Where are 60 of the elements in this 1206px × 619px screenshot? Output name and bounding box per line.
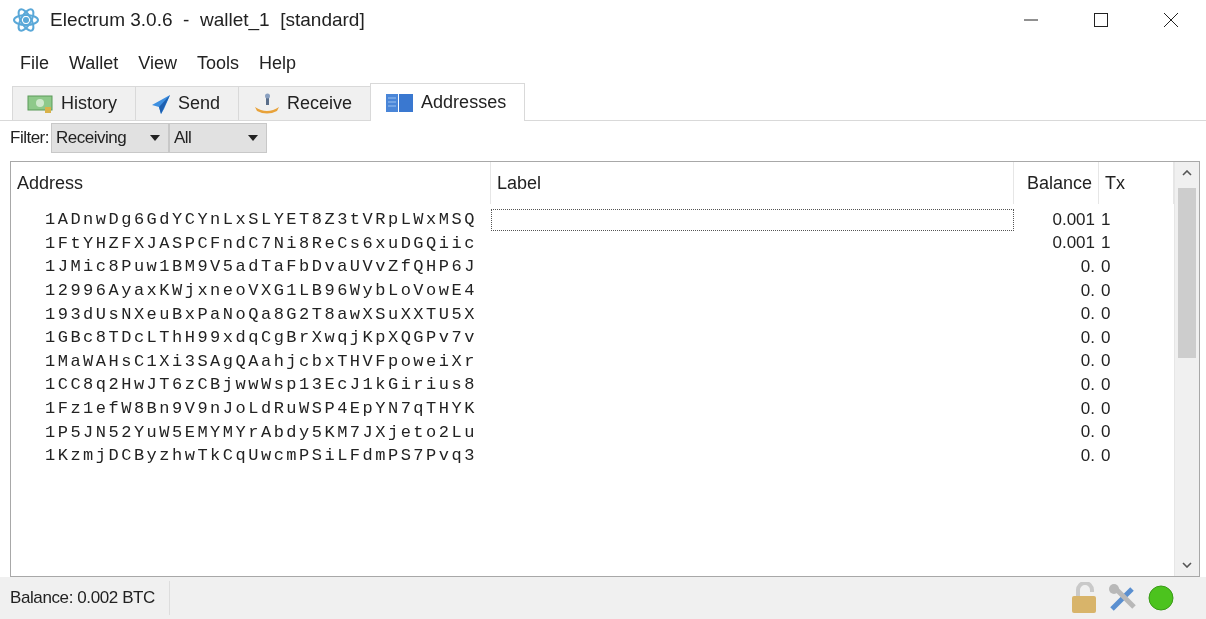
balance-cell-text: 0.	[1079, 444, 1096, 467]
address-cell[interactable]: 12996AyaxKWjxneoVXG1LB96WybLoVowE4	[11, 278, 491, 303]
menu-item[interactable]: Tools	[187, 50, 250, 76]
hand-coin-icon	[253, 92, 282, 115]
menu-item[interactable]: Wallet	[59, 50, 129, 76]
balance-cell-text: 0.	[1079, 373, 1096, 396]
address-cell[interactable]: 1GBc8TDcLThH99xdqCgBrXwqjKpXQGPv7v	[11, 325, 491, 350]
address-cell[interactable]: 1ADnwDg6GdYCYnLxSLYET8Z3tVRpLWxMSQ	[11, 208, 491, 232]
tx-cell-text: 0	[1100, 373, 1112, 396]
tx-cell-text: 0	[1100, 279, 1112, 302]
column-header[interactable]: Balance	[1014, 162, 1099, 204]
balance-cell-text: 0.	[1079, 256, 1096, 278]
address-cell[interactable]: 193dUsNXeuBxPaNoQa8G2T8awXSuXXTU5X	[11, 302, 491, 326]
address-cell[interactable]: 1KzmjDCByzhwTkCqUwcmPSiLFdmPS7Pvq3	[11, 443, 491, 468]
balance-cell-text: 0.	[1079, 303, 1096, 326]
menu-item[interactable]: File	[10, 50, 59, 76]
column-header[interactable]: Address	[11, 162, 491, 204]
tx-cell-text: 0	[1100, 350, 1112, 373]
tab[interactable]: Addresses	[370, 83, 526, 121]
address-cell[interactable]: 1MaWAHsC1Xi3SAgQAahjcbxTHVFpoweiXr	[11, 349, 491, 374]
filter-label: Filter:	[10, 128, 49, 148]
balance-cell-text: 0.001	[1051, 208, 1096, 231]
tx-cell-text: 0	[1100, 421, 1112, 444]
caret-icon	[150, 135, 160, 141]
address-cell[interactable]: 1P5JN52YuW5EMYMYrAbdy5KM7JXjeto2Lu	[11, 420, 491, 444]
tx-cell-text: 1	[1100, 232, 1112, 255]
type-dropdown[interactable]: Receiving	[51, 123, 169, 153]
address-cell[interactable]: 1JMic8Puw1BM9V5adTaFbDvaUVvZfQHP6J	[11, 255, 491, 279]
tab[interactable]: Receive	[238, 86, 372, 120]
tx-cell-text: 0	[1100, 326, 1112, 349]
status-dropdown[interactable]: All	[169, 123, 267, 153]
scroll-thumb[interactable]	[1178, 188, 1196, 358]
balance-cell-text: 0.	[1079, 326, 1096, 349]
atom-logo-icon	[12, 6, 40, 34]
balance-cell-text: 0.	[1079, 421, 1096, 444]
tab[interactable]: Send	[135, 86, 240, 120]
tx-cell-text: 0	[1100, 444, 1112, 467]
balance-cell-text: 0.	[1079, 397, 1096, 420]
tx-cell-text: 1	[1100, 208, 1112, 231]
balance-cell-text: 0.001	[1051, 232, 1096, 255]
caret-icon	[248, 135, 258, 141]
menu-item[interactable]: Help	[249, 50, 307, 76]
label-field[interactable]	[491, 209, 1014, 231]
balance-cell-text: 0.	[1079, 350, 1096, 373]
book-icon	[385, 91, 416, 114]
menu-item[interactable]: View	[128, 50, 188, 76]
scrollbar[interactable]	[1174, 162, 1199, 576]
paper-plane-icon	[150, 92, 172, 115]
tx-cell-text: 0	[1100, 303, 1112, 326]
balance-cell-text: 0.	[1079, 279, 1096, 302]
address-cell[interactable]: 1Fz1efW8Bn9V9nJoLdRuWSP4EpYN7qTHYK	[11, 396, 491, 421]
tab[interactable]: History	[12, 86, 136, 120]
column-header[interactable]: Label	[491, 162, 1014, 204]
banknote-icon	[27, 92, 55, 115]
address-cell[interactable]: 1CC8q2HwJT6zCBjwwWsp13EcJ1kGirius8	[11, 373, 491, 397]
balance-status: Balance: 0.002 BTC	[10, 581, 170, 615]
tx-cell-text: 0	[1100, 397, 1112, 420]
address-cell[interactable]: 1FtYHZFXJASPCFndC7Ni8ReCs6xuDGQiic	[11, 231, 491, 256]
window-title: Electrum 3.0.6 - wallet_1 [standard]	[50, 9, 366, 31]
tx-cell-text: 0	[1100, 256, 1112, 278]
